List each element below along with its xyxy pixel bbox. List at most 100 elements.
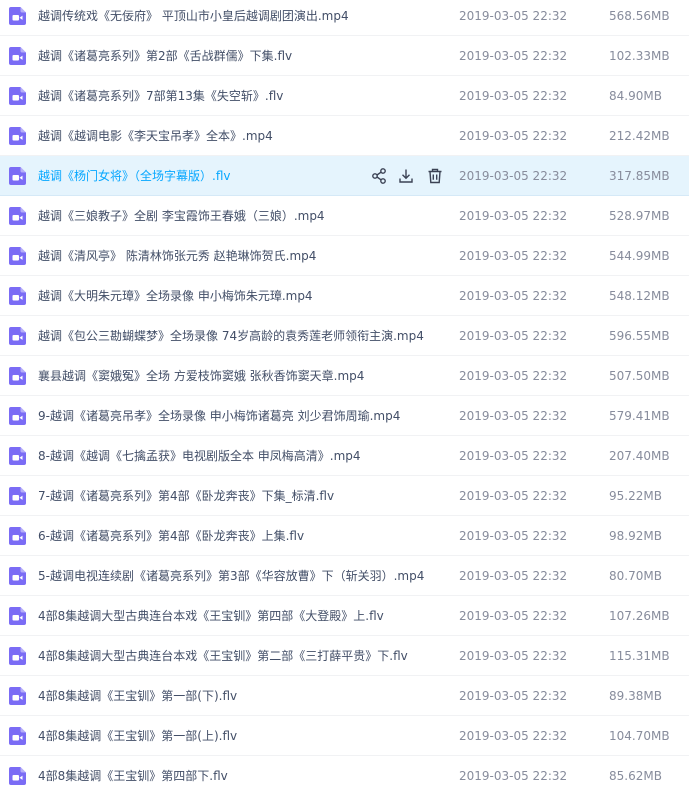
video-file-icon bbox=[9, 647, 26, 665]
file-size: 104.70MB bbox=[609, 729, 670, 743]
file-size: 85.62MB bbox=[609, 769, 662, 783]
file-row[interactable]: 5-越调电视连续剧《诸葛亮系列》第3部《华容放曹》下（斩关羽）.mp4 2019-… bbox=[0, 556, 689, 596]
file-row[interactable]: 越调《三娘教子》全剧 李宝霞饰王春娥（三娘）.mp4 2019-03-05 22:… bbox=[0, 196, 689, 236]
file-date: 2019-03-05 22:32 bbox=[459, 129, 568, 143]
video-file-icon bbox=[9, 87, 26, 105]
file-row[interactable]: 越调《杨门女将》（全场字幕版）.flv 2019-03-05 22:32 317.8… bbox=[0, 156, 689, 196]
file-date: 2019-03-05 22:32 bbox=[459, 209, 568, 223]
file-name[interactable]: 越调《越调电影《李天宝吊孝》全本》.mp4 bbox=[38, 116, 273, 156]
file-date: 2019-03-05 22:32 bbox=[459, 729, 568, 743]
file-row[interactable]: 越调《诸葛亮系列》第2部《舌战群儒》下集.flv 2019-03-05 22:32… bbox=[0, 36, 689, 76]
video-file-icon bbox=[9, 127, 26, 145]
file-row[interactable]: 4部8集越调《王宝钏》第四部下.flv 2019-03-05 22:32 85.62… bbox=[0, 756, 689, 788]
file-name[interactable]: 越调传统戏《无佞府》 平顶山市小皇后越调剧团演出.mp4 bbox=[38, 0, 349, 36]
file-date: 2019-03-05 22:32 bbox=[459, 249, 568, 263]
file-date: 2019-03-05 22:32 bbox=[459, 649, 568, 663]
file-date: 2019-03-05 22:32 bbox=[459, 49, 568, 63]
file-date: 2019-03-05 22:32 bbox=[459, 529, 568, 543]
file-row[interactable]: 越调《清风亭》 陈清林饰张元秀 赵艳琳饰贺氏.mp4 2019-03-05 22:… bbox=[0, 236, 689, 276]
file-name[interactable]: 4部8集越调《王宝钏》第一部(下).flv bbox=[38, 676, 237, 716]
file-row[interactable]: 越调传统戏《无佞府》 平顶山市小皇后越调剧团演出.mp4 2019-03-05 2… bbox=[0, 0, 689, 36]
video-file-icon bbox=[9, 527, 26, 545]
file-name[interactable]: 越调《包公三勘蝴蝶梦》全场录像 74岁高龄的袁秀莲老师领衔主演.mp4 bbox=[38, 316, 424, 356]
file-name[interactable]: 越调《清风亭》 陈清林饰张元秀 赵艳琳饰贺氏.mp4 bbox=[38, 236, 316, 276]
share-icon[interactable] bbox=[370, 167, 388, 185]
file-date: 2019-03-05 22:32 bbox=[459, 449, 568, 463]
file-row[interactable]: 襄县越调《窦娥冤》全场 方爱枝饰窦娥 张秋香饰窦天章.mp4 2019-03-05… bbox=[0, 356, 689, 396]
file-name[interactable]: 4部8集越调大型古典连台本戏《王宝钏》第四部《大登殿》上.flv bbox=[38, 596, 384, 636]
video-file-icon bbox=[9, 567, 26, 585]
file-name[interactable]: 6-越调《诸葛亮系列》第4部《卧龙奔丧》上集.flv bbox=[38, 516, 304, 556]
file-size: 95.22MB bbox=[609, 489, 662, 503]
file-size: 102.33MB bbox=[609, 49, 670, 63]
video-file-icon bbox=[9, 287, 26, 305]
video-file-icon bbox=[9, 207, 26, 225]
file-size: 544.99MB bbox=[609, 249, 670, 263]
video-file-icon bbox=[9, 247, 26, 265]
file-date: 2019-03-05 22:32 bbox=[459, 169, 568, 183]
file-size: 115.31MB bbox=[609, 649, 670, 663]
video-file-icon bbox=[9, 447, 26, 465]
file-name[interactable]: 越调《三娘教子》全剧 李宝霞饰王春娥（三娘）.mp4 bbox=[38, 196, 325, 236]
delete-icon[interactable] bbox=[426, 167, 444, 185]
file-name[interactable]: 7-越调《诸葛亮系列》第4部《卧龙奔丧》下集_标清.flv bbox=[38, 476, 334, 516]
file-name[interactable]: 4部8集越调《王宝钏》第一部(上).flv bbox=[38, 716, 237, 756]
file-size: 80.70MB bbox=[609, 569, 662, 583]
file-size: 98.92MB bbox=[609, 529, 662, 543]
file-date: 2019-03-05 22:32 bbox=[459, 289, 568, 303]
file-size: 207.40MB bbox=[609, 449, 670, 463]
file-name[interactable]: 9-越调《诸葛亮吊孝》全场录像 申小梅饰诸葛亮 刘少君饰周瑜.mp4 bbox=[38, 396, 400, 436]
file-size: 212.42MB bbox=[609, 129, 670, 143]
file-date: 2019-03-05 22:32 bbox=[459, 89, 568, 103]
file-row[interactable]: 9-越调《诸葛亮吊孝》全场录像 申小梅饰诸葛亮 刘少君饰周瑜.mp4 2019-0… bbox=[0, 396, 689, 436]
file-size: 579.41MB bbox=[609, 409, 670, 423]
file-row[interactable]: 4部8集越调《王宝钏》第一部(上).flv 2019-03-05 22:32 104… bbox=[0, 716, 689, 756]
file-size: 89.38MB bbox=[609, 689, 662, 703]
file-date: 2019-03-05 22:32 bbox=[459, 329, 568, 343]
video-file-icon bbox=[9, 727, 26, 745]
file-name[interactable]: 越调《诸葛亮系列》7部第13集《失空斩》.flv bbox=[38, 76, 283, 116]
file-name[interactable]: 越调《杨门女将》（全场字幕版）.flv bbox=[38, 156, 230, 196]
file-row[interactable]: 8-越调《越调《七擒孟获》电视剧版全本 申凤梅高清》.mp4 2019-03-05… bbox=[0, 436, 689, 476]
file-row[interactable]: 4部8集越调大型古典连台本戏《王宝钏》第四部《大登殿》上.flv 2019-03-… bbox=[0, 596, 689, 636]
file-size: 548.12MB bbox=[609, 289, 670, 303]
video-file-icon bbox=[9, 167, 26, 185]
file-date: 2019-03-05 22:32 bbox=[459, 369, 568, 383]
video-file-icon bbox=[9, 7, 26, 25]
file-date: 2019-03-05 22:32 bbox=[459, 9, 568, 23]
download-icon[interactable] bbox=[397, 167, 415, 185]
file-row[interactable]: 7-越调《诸葛亮系列》第4部《卧龙奔丧》下集_标清.flv 2019-03-05 … bbox=[0, 476, 689, 516]
video-file-icon bbox=[9, 367, 26, 385]
file-size: 528.97MB bbox=[609, 209, 670, 223]
file-row[interactable]: 越调《诸葛亮系列》7部第13集《失空斩》.flv 2019-03-05 22:32… bbox=[0, 76, 689, 116]
file-date: 2019-03-05 22:32 bbox=[459, 489, 568, 503]
video-file-icon bbox=[9, 327, 26, 345]
video-file-icon bbox=[9, 47, 26, 65]
video-file-icon bbox=[9, 487, 26, 505]
file-size: 568.56MB bbox=[609, 9, 670, 23]
file-row[interactable]: 越调《越调电影《李天宝吊孝》全本》.mp4 2019-03-05 22:32 212… bbox=[0, 116, 689, 156]
file-size: 507.50MB bbox=[609, 369, 670, 383]
video-file-icon bbox=[9, 687, 26, 705]
video-file-icon bbox=[9, 607, 26, 625]
file-size: 596.55MB bbox=[609, 329, 670, 343]
file-name[interactable]: 襄县越调《窦娥冤》全场 方爱枝饰窦娥 张秋香饰窦天章.mp4 bbox=[38, 356, 364, 396]
file-date: 2019-03-05 22:32 bbox=[459, 769, 568, 783]
file-row[interactable]: 越调《大明朱元璋》全场录像 申小梅饰朱元璋.mp4 2019-03-05 22:3… bbox=[0, 276, 689, 316]
file-name[interactable]: 越调《大明朱元璋》全场录像 申小梅饰朱元璋.mp4 bbox=[38, 276, 313, 316]
video-file-icon bbox=[9, 407, 26, 425]
file-date: 2019-03-05 22:32 bbox=[459, 609, 568, 623]
file-name[interactable]: 8-越调《越调《七擒孟获》电视剧版全本 申凤梅高清》.mp4 bbox=[38, 436, 361, 476]
file-row[interactable]: 4部8集越调大型古典连台本戏《王宝钏》第二部《三打薛平贵》下.flv 2019-0… bbox=[0, 636, 689, 676]
file-name[interactable]: 4部8集越调《王宝钏》第四部下.flv bbox=[38, 756, 228, 788]
file-row[interactable]: 越调《包公三勘蝴蝶梦》全场录像 74岁高龄的袁秀莲老师领衔主演.mp4 2019-… bbox=[0, 316, 689, 356]
file-name[interactable]: 5-越调电视连续剧《诸葛亮系列》第3部《华容放曹》下（斩关羽）.mp4 bbox=[38, 556, 424, 596]
file-name[interactable]: 4部8集越调大型古典连台本戏《王宝钏》第二部《三打薛平贵》下.flv bbox=[38, 636, 408, 676]
file-date: 2019-03-05 22:32 bbox=[459, 409, 568, 423]
file-row[interactable]: 4部8集越调《王宝钏》第一部(下).flv 2019-03-05 22:32 89.… bbox=[0, 676, 689, 716]
file-name[interactable]: 越调《诸葛亮系列》第2部《舌战群儒》下集.flv bbox=[38, 36, 292, 76]
video-file-icon bbox=[9, 767, 26, 785]
file-size: 317.85MB bbox=[609, 169, 670, 183]
file-date: 2019-03-05 22:32 bbox=[459, 689, 568, 703]
file-row[interactable]: 6-越调《诸葛亮系列》第4部《卧龙奔丧》上集.flv 2019-03-05 22:… bbox=[0, 516, 689, 556]
